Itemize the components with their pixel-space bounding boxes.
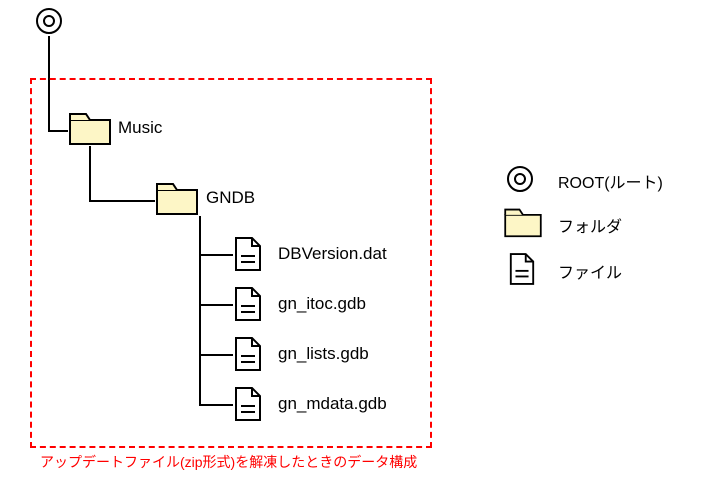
file-icon [508, 252, 536, 291]
legend-root-label: ROOT(ルート) [558, 169, 663, 193]
tree-line [199, 354, 233, 356]
folder-icon [68, 110, 112, 151]
caption-text: アップデートファイル(zip形式)を解凍したときのデータ構成 [40, 452, 417, 472]
tree-line [89, 200, 155, 202]
tree-line [199, 216, 201, 404]
legend-folder-label: フォルダ [558, 213, 622, 237]
folder-icon [155, 180, 199, 221]
tree-line [89, 146, 91, 202]
legend-file-label: ファイル [558, 259, 622, 283]
file-icon [233, 336, 263, 377]
file-icon [233, 386, 263, 427]
file-label: gn_mdata.gdb [278, 394, 387, 414]
root-icon [505, 164, 535, 199]
tree-line [199, 404, 233, 406]
folder-label-music: Music [118, 118, 162, 138]
file-icon [233, 236, 263, 277]
file-label: gn_itoc.gdb [278, 294, 366, 314]
folder-label-gndb: GNDB [206, 188, 255, 208]
tree-line [199, 254, 233, 256]
file-label: gn_lists.gdb [278, 344, 369, 364]
tree-line [199, 304, 233, 306]
file-label: DBVersion.dat [278, 244, 387, 264]
folder-icon [503, 206, 543, 243]
file-icon [233, 286, 263, 327]
